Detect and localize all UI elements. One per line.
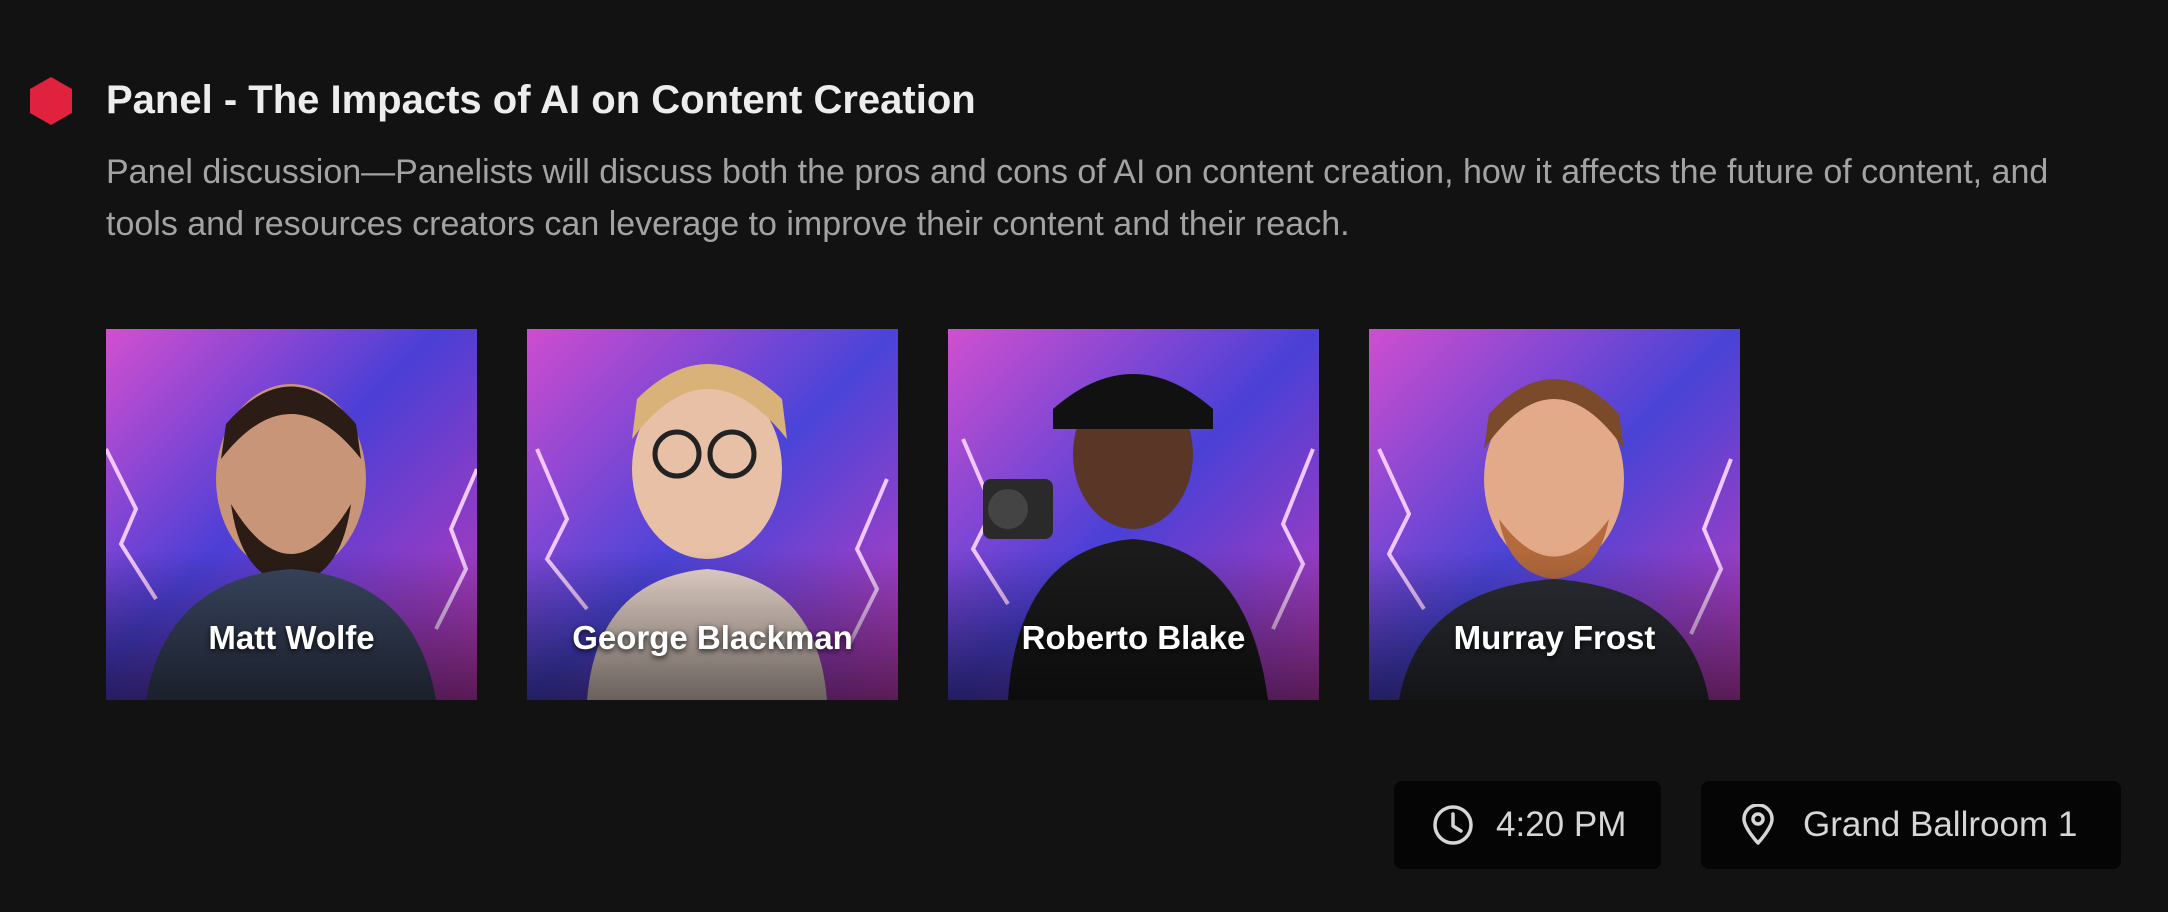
speaker-card[interactable]: Murray Frost <box>1369 329 1740 700</box>
speaker-name: George Blackman <box>572 619 853 656</box>
time-chip: 4:20 PM <box>1394 781 1661 869</box>
hexagon-icon <box>30 77 72 125</box>
speaker-card[interactable]: Matt Wolfe <box>106 329 477 700</box>
location-pin-icon <box>1742 804 1774 845</box>
speaker-card[interactable]: George Blackman <box>527 329 898 700</box>
clock-icon <box>1433 805 1473 845</box>
speaker-list: Matt Wolfe George Blackman Roberto Blake… <box>106 329 1740 700</box>
session-location: Grand Ballroom 1 <box>1803 805 2078 844</box>
speaker-name: Roberto Blake <box>1021 619 1246 656</box>
speaker-name: Murray Frost <box>1453 619 1656 656</box>
session-card: Panel - The Impacts of AI on Content Cre… <box>0 0 2168 912</box>
speaker-card[interactable]: Roberto Blake <box>948 329 1319 700</box>
session-time: 4:20 PM <box>1496 805 1627 844</box>
session-title: Panel - The Impacts of AI on Content Cre… <box>106 78 976 122</box>
speaker-name: Matt Wolfe <box>208 619 375 656</box>
session-description: Panel discussion—Panelists will discuss … <box>106 153 2049 243</box>
location-chip: Grand Ballroom 1 <box>1701 781 2121 869</box>
